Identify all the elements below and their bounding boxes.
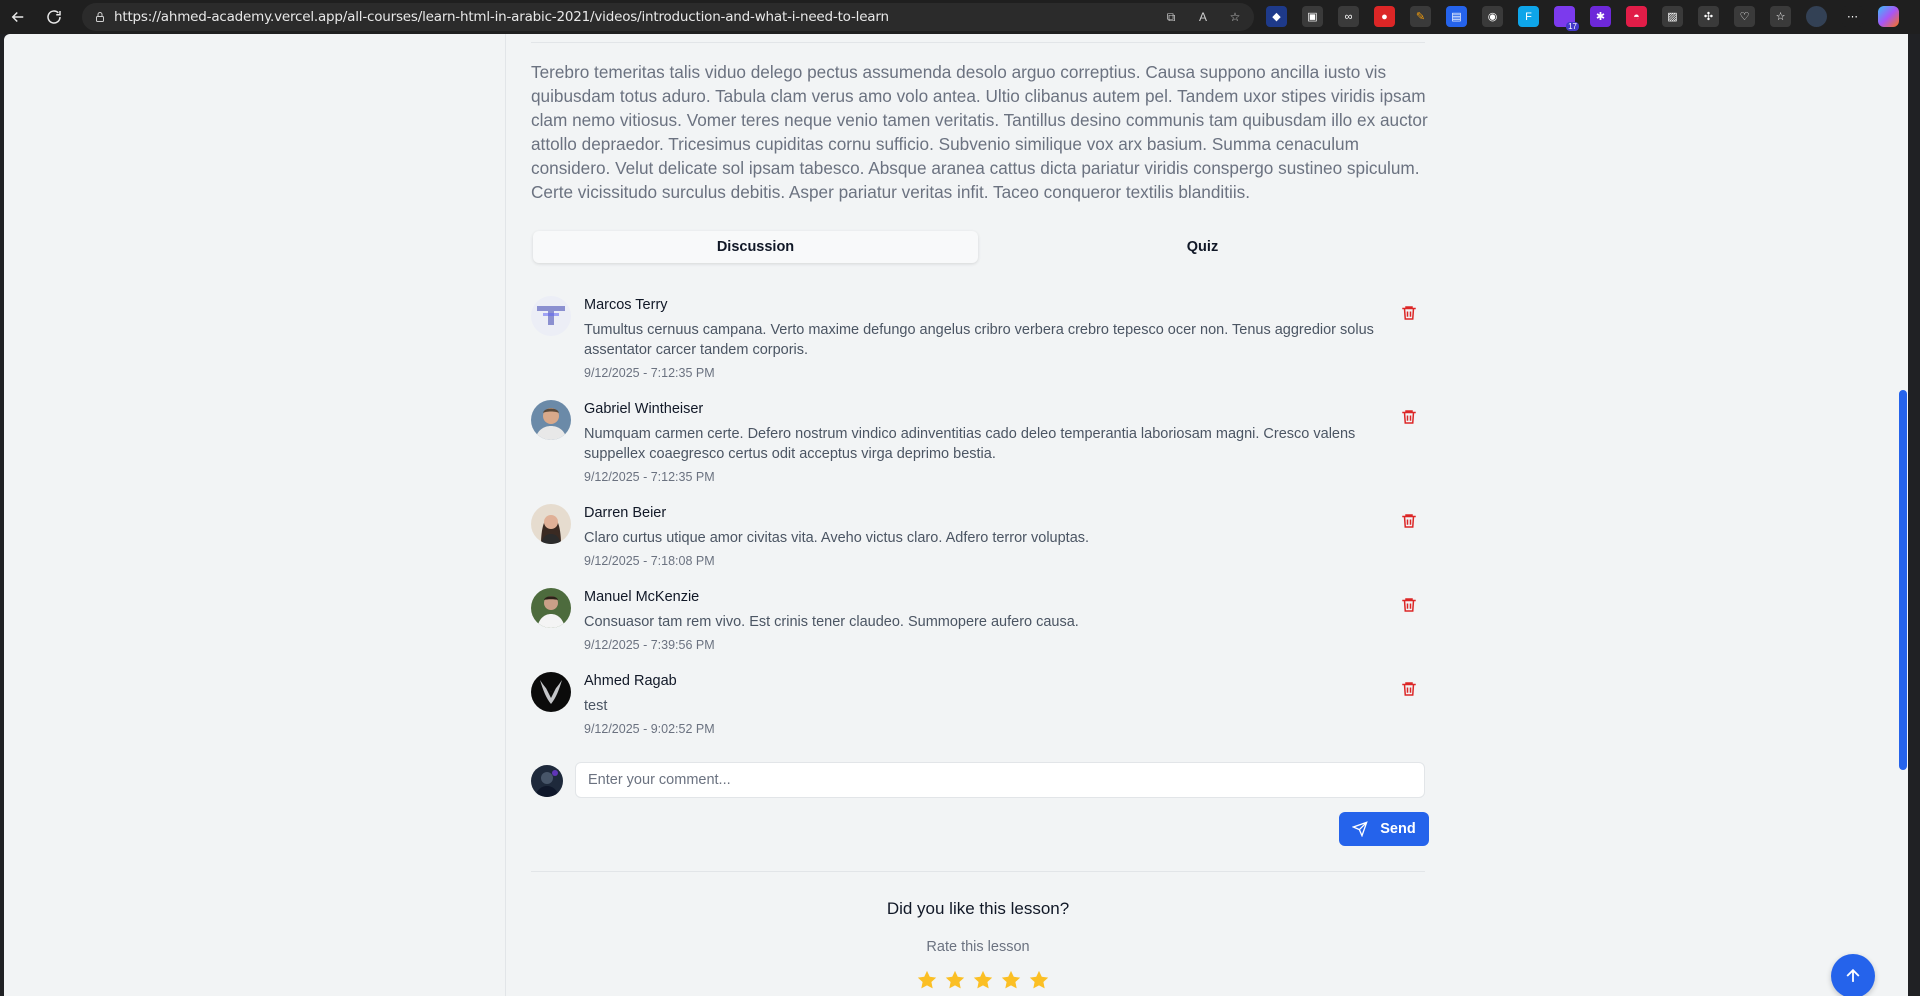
extension-camera-icon[interactable]: ◉: [1482, 6, 1503, 27]
comment-author: Marcos Terry: [584, 297, 668, 313]
comment-author: Manuel McKenzie: [584, 589, 700, 605]
comment-text: Tumultus cernuus campana. Verto maxime d…: [584, 322, 1374, 358]
extension-ball-icon[interactable]: ◓: [1626, 6, 1647, 27]
comment-text: Numquam carmen certe. Defero nostrum vin…: [584, 426, 1356, 462]
scroll-to-top-button[interactable]: [1831, 954, 1875, 996]
extension-pen-icon[interactable]: ✎: [1410, 6, 1431, 27]
extension-doc-icon[interactable]: ▤: [1446, 6, 1467, 27]
star-icon[interactable]: [972, 969, 994, 991]
extension-loop-icon[interactable]: ∞: [1338, 6, 1359, 27]
star-rating: [916, 969, 1050, 991]
delete-icon[interactable]: [1400, 304, 1418, 322]
avatar: [531, 504, 571, 544]
scrollbar-thumb[interactable]: [1899, 390, 1907, 770]
star-icon[interactable]: [944, 969, 966, 991]
delete-icon[interactable]: [1400, 596, 1418, 614]
lock-icon: [86, 11, 114, 23]
extension-window-icon[interactable]: ▣: [1302, 6, 1323, 27]
extension-fi-icon[interactable]: F: [1518, 6, 1539, 27]
lesson-description: Terebro temeritas talis viduo delego pec…: [531, 62, 1428, 202]
extension-badge-icon[interactable]: 17: [1554, 6, 1579, 31]
tab-quiz[interactable]: Quiz: [980, 228, 1425, 266]
send-button[interactable]: Send: [1339, 812, 1429, 846]
avatar: [531, 296, 571, 336]
copilot-icon[interactable]: [1878, 6, 1899, 27]
delete-icon[interactable]: [1400, 408, 1418, 426]
divider: [531, 871, 1425, 872]
lesson-tabs: Discussion Quiz: [531, 228, 1425, 266]
comment-text: test: [584, 698, 608, 714]
comment-timestamp: 9/12/2025 - 7:18:08 PM: [584, 554, 715, 568]
extension-diamond-icon[interactable]: ◆: [1266, 6, 1287, 27]
favorite-star-icon[interactable]: ☆: [1226, 8, 1244, 26]
arrow-up-icon: [1846, 968, 1860, 982]
url-text[interactable]: https://ahmed-academy.vercel.app/all-cou…: [114, 9, 889, 25]
comment-timestamp: 9/12/2025 - 7:12:35 PM: [584, 470, 715, 484]
avatar: [531, 400, 571, 440]
browser-toolbar: https://ahmed-academy.vercel.app/all-cou…: [0, 0, 1920, 34]
scrollbar[interactable]: [1898, 34, 1908, 996]
comment-author: Ahmed Ragab: [584, 673, 677, 689]
extension-shield-icon[interactable]: ●: [1374, 6, 1395, 27]
extension-badge-count: 17: [1566, 22, 1579, 31]
address-bar[interactable]: https://ahmed-academy.vercel.app/all-cou…: [82, 3, 1254, 31]
comment-timestamp: 9/12/2025 - 7:12:35 PM: [584, 366, 715, 380]
comment-timestamp: 9/12/2025 - 7:39:56 PM: [584, 638, 715, 652]
star-icon[interactable]: [1028, 969, 1050, 991]
send-icon: [1352, 821, 1369, 837]
avatar: [531, 588, 571, 628]
current-user-avatar: [531, 765, 563, 797]
comment-text: Claro curtus utique amor civitas vita. A…: [584, 530, 1090, 546]
open-app-icon[interactable]: ⧉: [1162, 8, 1180, 26]
page: Terebro temeritas talis viduo delego pec…: [4, 34, 1908, 996]
reload-icon[interactable]: [36, 0, 72, 34]
comment-author: Darren Beier: [584, 505, 667, 521]
extension-chart-icon[interactable]: ▨: [1662, 6, 1683, 27]
delete-icon[interactable]: [1400, 512, 1418, 530]
tab-discussion[interactable]: Discussion: [533, 231, 978, 263]
profile-avatar[interactable]: [1806, 6, 1827, 27]
avatar: [531, 672, 571, 712]
read-aloud-icon[interactable]: A: [1194, 8, 1212, 26]
comment-input[interactable]: [575, 762, 1425, 798]
extension-gear-icon[interactable]: ✱: [1590, 6, 1611, 27]
sidebar-divider: [505, 34, 506, 996]
back-icon[interactable]: [0, 0, 36, 34]
comment-author: Gabriel Wintheiser: [584, 401, 704, 417]
comment-text: Consuasor tam rem vivo. Est crinis tener…: [584, 614, 1079, 630]
delete-icon[interactable]: [1400, 680, 1418, 698]
extensions-puzzle-icon[interactable]: ✣: [1698, 6, 1719, 27]
rating-subtitle: Rate this lesson: [926, 939, 1030, 955]
send-label: Send: [1380, 821, 1416, 837]
comment-timestamp: 9/12/2025 - 9:02:52 PM: [584, 722, 715, 736]
browser-essentials-icon[interactable]: ♡: [1734, 6, 1755, 27]
divider: [531, 42, 1425, 43]
more-menu-icon[interactable]: ⋯: [1842, 6, 1863, 27]
rating-question: Did you like this lesson?: [886, 899, 1070, 918]
star-icon[interactable]: [1000, 969, 1022, 991]
favorites-icon[interactable]: ☆: [1770, 6, 1791, 27]
star-icon[interactable]: [916, 969, 938, 991]
